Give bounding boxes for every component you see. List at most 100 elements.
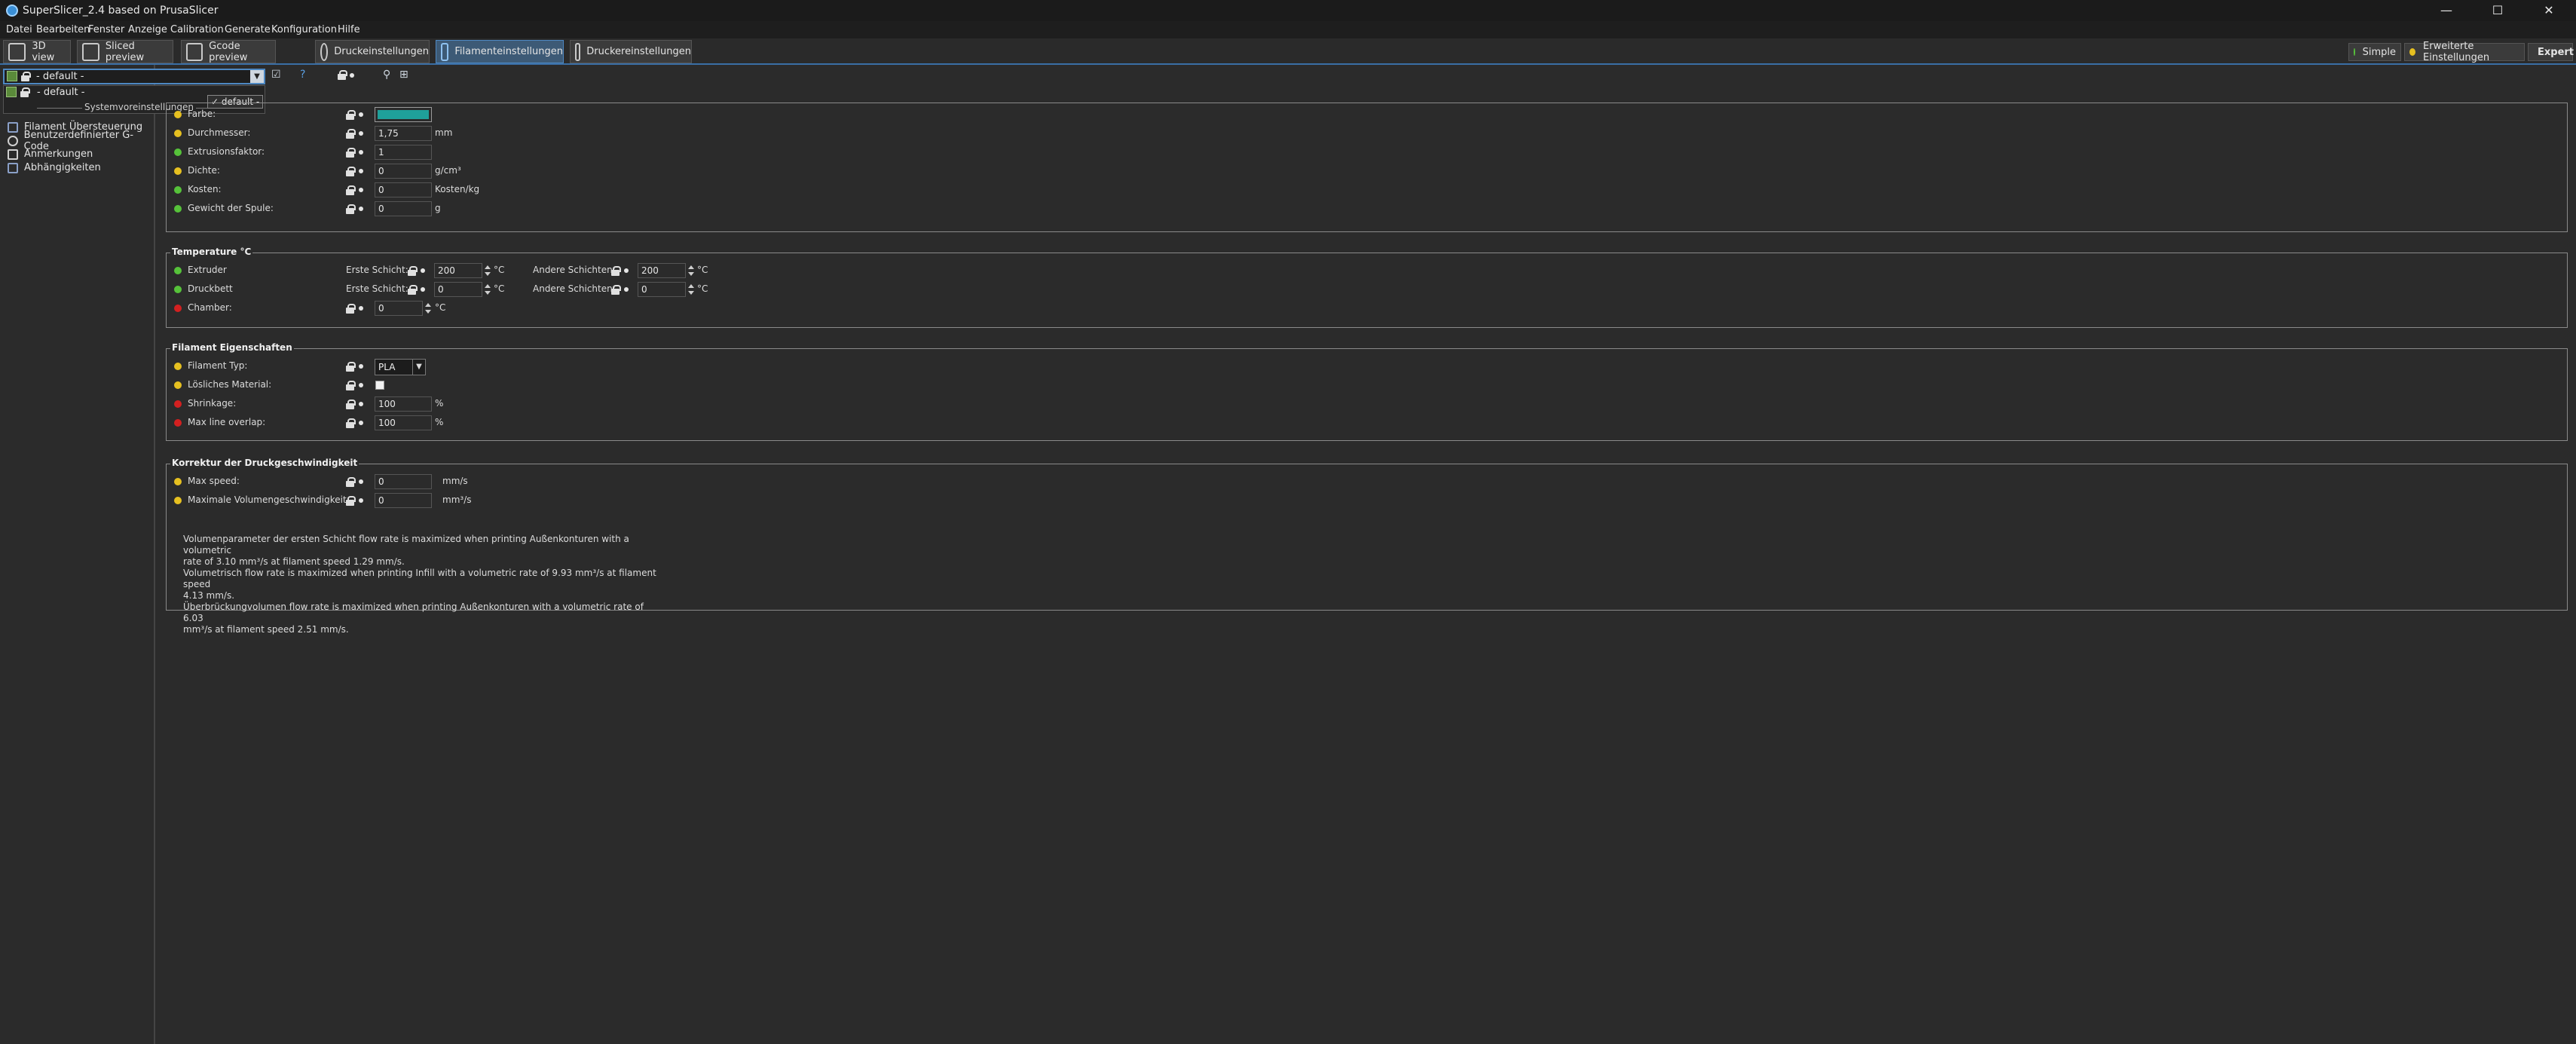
lock-icon (408, 266, 418, 276)
lock-icon (346, 167, 356, 176)
extruder-other-layers-input[interactable]: 200 (638, 263, 686, 278)
spin-button[interactable] (687, 263, 696, 278)
chamber-input[interactable]: 0 (375, 301, 423, 316)
bullet-icon (421, 287, 425, 292)
label-farbe: Farbe: (188, 109, 216, 119)
lock-icon (611, 266, 621, 276)
mode-label: Simple (2362, 46, 2396, 58)
dichte-input[interactable]: 0 (375, 164, 432, 179)
menu-calibration[interactable]: Calibration (170, 24, 224, 35)
mode-label: Erweiterte Einstellungen (2423, 41, 2490, 63)
gear-icon (320, 42, 329, 61)
bullet-icon (359, 188, 363, 192)
tab-druckereinstellungen[interactable]: Druckereinstellungen (570, 40, 692, 63)
sidebar-item-notes[interactable]: Anmerkungen (8, 148, 93, 161)
tab-bar: 3D view Sliced preview Gcode preview Dru… (0, 38, 2576, 65)
overlap-input[interactable]: 100 (375, 415, 432, 430)
mode-advanced-button[interactable]: Erweiterte Einstellungen (2404, 41, 2525, 63)
lock-icon (20, 87, 30, 97)
chevron-down-icon[interactable]: ▼ (412, 360, 425, 375)
green-dot-icon (174, 186, 182, 194)
unit-label: mm³/s (442, 494, 472, 505)
section-title: Korrektur der Druckgeschwindigkeit (170, 458, 359, 468)
yellow-dot-icon (174, 381, 182, 389)
bullet-icon (359, 479, 363, 484)
tab-label: Druckereinstellungen (586, 46, 691, 57)
tab-gcode-preview[interactable]: Gcode preview (181, 40, 276, 63)
lock-icon (346, 418, 356, 428)
menu-generate[interactable]: Generate (225, 24, 271, 35)
sidebar-item-dependencies[interactable]: Abhängigkeiten (8, 161, 101, 174)
settings-tree-icon[interactable]: ⊞ (399, 69, 408, 81)
unit-label: mm (435, 127, 453, 138)
unit-label: °C (494, 265, 505, 275)
menu-anzeige[interactable]: Anzeige (128, 24, 167, 35)
soluble-checkbox[interactable] (375, 381, 384, 390)
unit-label: °C (494, 283, 505, 294)
yellow-dot-icon (174, 363, 182, 370)
spin-button[interactable] (424, 301, 433, 316)
lock-icon (346, 304, 356, 314)
shrinkage-input[interactable]: 100 (375, 396, 432, 412)
tab-druckeinstellungen[interactable]: Druckeinstellungen (315, 40, 430, 63)
tab-filamenteinstellungen[interactable]: Filamenteinstellungen (436, 40, 564, 63)
sidebar-item-custom-gcode[interactable]: Benutzerdefinierter G-Code (8, 130, 154, 152)
row-overlap: Max line overlap: 100 % (167, 415, 920, 431)
bullet-icon (359, 421, 363, 425)
lock-icon (611, 285, 621, 295)
preset-combo[interactable]: - default - ▼ (3, 69, 265, 84)
dependencies-icon (8, 162, 18, 173)
info-line: 4.13 mm/s. (183, 590, 235, 601)
row-druckbett: Druckbett Erste Schicht: 0 °C Andere Sch… (167, 281, 2428, 298)
tab-label: Filamenteinstellungen (454, 46, 563, 57)
question-icon[interactable]: ? (300, 69, 305, 81)
row-extrusionsfaktor: Extrusionsfaktor: 1 (167, 144, 920, 161)
bed-other-layers-input[interactable]: 0 (638, 282, 686, 297)
extruder-first-layer-input[interactable]: 200 (434, 263, 482, 278)
section-title: Filament Eigenschaften (170, 342, 294, 353)
unit-label: g/cm³ (435, 165, 461, 176)
max-speed-input[interactable]: 0 (375, 474, 432, 489)
sidebar-item-label: Abhängigkeiten (24, 162, 101, 173)
menu-bearbeiten[interactable]: Bearbeiten (36, 24, 90, 35)
tab-3d-view[interactable]: 3D view (3, 40, 71, 63)
printer-icon (575, 42, 581, 61)
close-button[interactable]: ✕ (2523, 0, 2574, 21)
bullet-icon (359, 364, 363, 369)
info-line: mm³/s at filament speed 2.51 mm/s. (183, 624, 349, 635)
preset-name: - default - (36, 71, 84, 82)
menu-hilfe[interactable]: Hilfe (338, 24, 360, 35)
mode-expert-button[interactable]: Expert (2528, 43, 2574, 61)
color-swatch[interactable] (375, 107, 432, 122)
compare-icon[interactable]: ☑ (271, 69, 281, 81)
kosten-input[interactable]: 0 (375, 182, 432, 197)
dropdown-item-label: - default - (37, 87, 85, 98)
filament-type-select[interactable]: PLA ▼ (375, 359, 426, 375)
spin-button[interactable] (687, 282, 696, 297)
tab-label: Druckeinstellungen (334, 46, 429, 57)
minimize-button[interactable]: — (2421, 0, 2472, 21)
green-dot-icon (174, 205, 182, 213)
spin-button[interactable] (483, 282, 492, 297)
durchmesser-input[interactable]: 1,75 (375, 126, 432, 141)
chevron-down-icon[interactable]: ▼ (250, 70, 264, 83)
maximize-button[interactable]: ☐ (2472, 0, 2523, 21)
filament-section: Farbe: Durchmesser: 1,75 mm Extrusionsfa… (166, 103, 2568, 232)
bullet-icon (359, 498, 363, 503)
gcode-icon (8, 135, 18, 146)
search-icon[interactable]: ⚲ (383, 69, 390, 81)
spin-button[interactable] (483, 263, 492, 278)
label-first-layer: Erste Schicht: (346, 265, 408, 275)
extrusionsfaktor-input[interactable]: 1 (375, 145, 432, 160)
gewicht-input[interactable]: 0 (375, 201, 432, 216)
bed-first-layer-input[interactable]: 0 (434, 282, 482, 297)
max-volumetric-input[interactable]: 0 (375, 493, 432, 508)
mode-simple-button[interactable]: Simple (2348, 43, 2401, 61)
row-shrinkage: Shrinkage: 100 % (167, 396, 920, 412)
unit-label: % (435, 398, 444, 409)
menu-datei[interactable]: Datei (6, 24, 32, 35)
tab-sliced-preview[interactable]: Sliced preview (77, 40, 173, 63)
yellow-dot-icon (174, 478, 182, 485)
menu-konfiguration[interactable]: Konfiguration (271, 24, 337, 35)
menu-fenster[interactable]: Fenster (88, 24, 124, 35)
